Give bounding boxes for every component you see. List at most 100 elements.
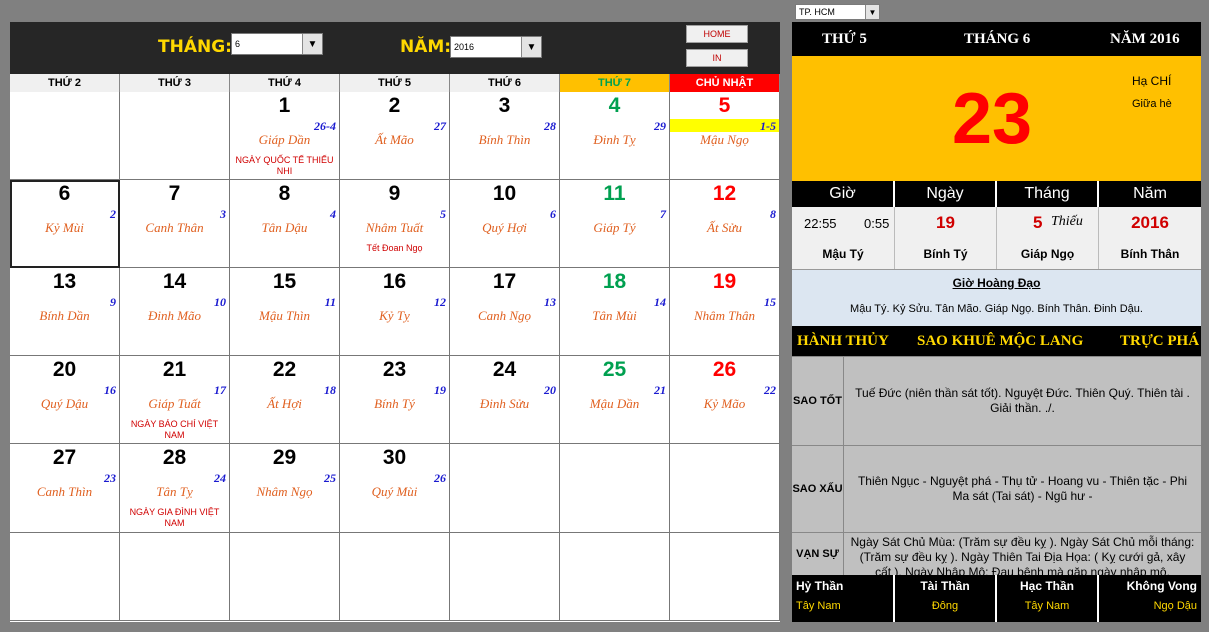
weekday-header-6: THỨ 7	[560, 74, 670, 92]
calendar-day-cell[interactable]: 15 11 Mậu Thìn	[230, 268, 340, 356]
van-su-label: VẠN SỰ	[792, 533, 844, 575]
big-day-box: 23 Hạ CHÍ Giữa hè	[792, 56, 1201, 181]
direction-1: Hỷ Thần Tây Nam	[792, 575, 895, 622]
calendar-day-cell[interactable]: 2 27 Ất Mão	[340, 92, 450, 180]
calendar-day-cell[interactable]	[450, 533, 560, 621]
can-chi-name: Tân Mùi	[592, 308, 637, 323]
calendar-day-cell[interactable]: 23 19 Bính Tý	[340, 356, 450, 444]
can-chi-name: Nhâm Tuất	[365, 220, 424, 235]
solar-day-number: 18	[602, 270, 627, 293]
print-button[interactable]: IN	[686, 49, 748, 67]
direction-value: Tây Nam	[1024, 600, 1070, 612]
calendar-day-cell[interactable]	[340, 533, 450, 621]
calendar-day-cell[interactable]	[670, 444, 780, 533]
solar-day-number: 5	[718, 94, 731, 117]
solar-day-number: 30	[382, 446, 407, 469]
calendar-day-cell[interactable]: 10 6 Quý Hợi	[450, 180, 560, 268]
can-chi-name: Giáp Tý	[593, 220, 636, 235]
holiday-label: NGÀY GIA ĐÌNH VIỆT NAM	[129, 507, 220, 528]
year-canchi: Bính Thân	[1120, 247, 1180, 261]
solar-day-number: 4	[608, 94, 621, 117]
solar-day-number: 22	[272, 358, 297, 381]
solar-day-number: 25	[602, 358, 627, 381]
sao-value: SAO KHUÊ MỘC LANG	[917, 333, 1084, 349]
calendar-day-cell[interactable]: 19 15 Nhâm Thân	[670, 268, 780, 356]
calendar-day-cell[interactable]: 24 20 Đinh Sửu	[450, 356, 560, 444]
year-label: NĂM:	[400, 37, 452, 57]
chevron-down-icon[interactable]: ▼	[302, 34, 322, 54]
calendar-day-cell[interactable]	[120, 533, 230, 621]
chevron-down-icon[interactable]: ▼	[521, 37, 541, 57]
solar-day-number: 15	[272, 270, 297, 293]
calendar-day-cell[interactable]	[670, 533, 780, 621]
solar-day-number: 21	[162, 358, 187, 381]
calendar-day-cell[interactable]: 21 17 Giáp Tuất NGÀY BÁO CHÍ VIỆT NAM	[120, 356, 230, 444]
day-header: Ngày	[895, 181, 997, 207]
solar-day-number: 9	[388, 182, 401, 205]
detail-weekday: THỨ 5	[822, 31, 867, 47]
calendar-day-cell[interactable]: 26 22 Kỷ Mão	[670, 356, 780, 444]
solar-day-number: 10	[492, 182, 517, 205]
direction-label: Hạc Thần	[1019, 579, 1074, 593]
calendar-day-cell[interactable]: 25 21 Mậu Dần	[560, 356, 670, 444]
calendar-day-cell[interactable]: 12 8 Ất Sửu	[670, 180, 780, 268]
solar-day-number: 6	[58, 182, 71, 205]
detail-header: THỨ 5 THÁNG 6 NĂM 2016	[792, 22, 1201, 56]
calendar-day-cell[interactable]: 8 4 Tân Dậu	[230, 180, 340, 268]
calendar-day-cell[interactable]: 28 24 Tân Tỵ NGÀY GIA ĐÌNH VIỆT NAM	[120, 444, 230, 533]
home-button[interactable]: HOME	[686, 25, 748, 43]
calendar-day-cell[interactable]: 13 9 Bính Dần	[10, 268, 120, 356]
year-select[interactable]: 2016 ▼	[450, 36, 542, 58]
detail-month: THÁNG 6	[964, 31, 1031, 47]
can-chi-name: Nhâm Ngọ	[256, 484, 313, 499]
calendar-day-cell[interactable]: 4 29 Đinh Tỵ	[560, 92, 670, 180]
calendar-day-cell[interactable]	[120, 92, 230, 180]
calendar-day-cell[interactable]: 14 10 Đinh Mão	[120, 268, 230, 356]
can-chi-name: Đinh Tỵ	[593, 132, 636, 147]
solar-day-number: 23	[382, 358, 407, 381]
month-select[interactable]: 6 ▼	[231, 33, 323, 55]
can-chi-name: Canh Ngọ	[477, 308, 532, 323]
directions-bar: Hỷ Thần Tây Nam Tài Thần Đông Hạc Thần Tây Na…	[792, 575, 1201, 622]
solar-day-number: 14	[162, 270, 187, 293]
can-chi-name: Nhâm Thân	[693, 308, 756, 323]
calendar-day-cell[interactable]: 9 5 Nhâm Tuất Tết Đoan Ngọ	[340, 180, 450, 268]
calendar-day-cell[interactable]: 18 14 Tân Mùi	[560, 268, 670, 356]
calendar-day-cell[interactable]	[230, 533, 340, 621]
month-cell: 5 Thiếu Giáp Ngọ	[997, 207, 1099, 269]
detail-year: NĂM 2016	[1110, 31, 1180, 47]
calendar-day-cell[interactable]: 6 2 Kỷ Mùi	[10, 180, 120, 268]
calendar-day-cell[interactable]: 3 28 Bính Thìn	[450, 92, 560, 180]
calendar-day-cell[interactable]: 16 12 Kỷ Tỵ	[340, 268, 450, 356]
calendar-day-cell[interactable]: 30 26 Quý Mùi	[340, 444, 450, 533]
calendar-day-cell[interactable]: 20 16 Quý Dậu	[10, 356, 120, 444]
sao-xau-label: SAO XẤU	[792, 446, 844, 532]
can-chi-name: Bính Thìn	[478, 132, 531, 147]
calendar-day-cell[interactable]: 17 13 Canh Ngọ	[450, 268, 560, 356]
big-day-number: 23	[952, 79, 1033, 159]
direction-3: Hạc Thần Tây Nam	[997, 575, 1099, 622]
calendar-toolbar: THÁNG: 6 ▼ NĂM: 2016 ▼ HOME IN	[10, 22, 780, 74]
city-select[interactable]: TP. HCM ▼	[795, 4, 880, 20]
calendar-day-cell[interactable]: 22 18 Ất Hợi	[230, 356, 340, 444]
calendar-day-cell[interactable]	[10, 533, 120, 621]
calendar-day-cell[interactable]	[560, 533, 670, 621]
calendar-day-cell[interactable]: 1 26-4 Giáp Dần NGÀY QUỐC TẾ THIẾU NHI	[230, 92, 340, 180]
calendar-day-cell[interactable]	[10, 92, 120, 180]
calendar-day-cell[interactable]: 11 7 Giáp Tý	[560, 180, 670, 268]
weekday-header-5: THỨ 6	[450, 74, 560, 92]
calendar-day-cell[interactable]: 27 23 Canh Thìn	[10, 444, 120, 533]
calendar-day-cell[interactable]: 29 25 Nhâm Ngọ	[230, 444, 340, 533]
chevron-down-icon[interactable]: ▼	[865, 5, 879, 19]
sao-tot-value: Tuế Đức (niên thần sát tốt). Nguyệt Đức.…	[855, 386, 1190, 415]
solar-day-number: 3	[498, 94, 511, 117]
solar-day-number: 27	[52, 446, 77, 469]
calendar-day-cell[interactable]: 7 3 Canh Thân	[120, 180, 230, 268]
calendar-day-cell[interactable]: 5 1-5 Mậu Ngọ	[670, 92, 780, 180]
calendar-day-cell[interactable]	[560, 444, 670, 533]
sao-tot-label: SAO TỐT	[792, 357, 844, 445]
can-chi-name: Quý Mùi	[371, 484, 418, 499]
can-chi-name: Quý Dậu	[40, 396, 89, 411]
calendar-day-cell[interactable]	[450, 444, 560, 533]
sao-xau-row: SAO XẤU Thiên Ngục - Nguyệt phá - Thụ tử…	[792, 445, 1201, 532]
